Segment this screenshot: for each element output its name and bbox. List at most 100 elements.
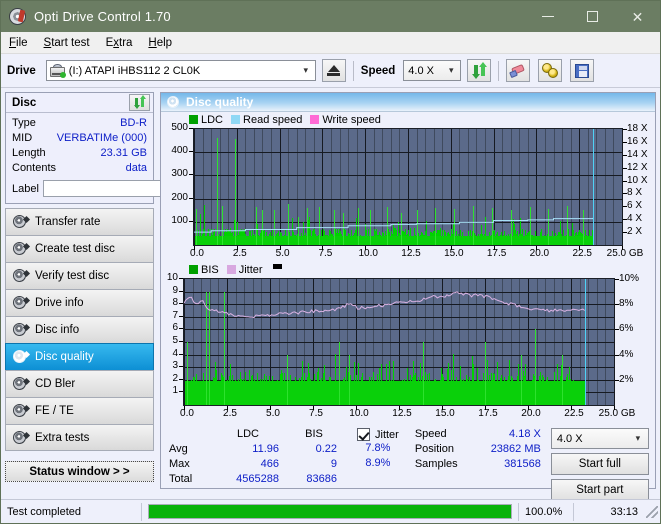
y-axis-tick-label: 2 <box>172 372 178 384</box>
sidebar-item-disc-quality[interactable]: Disc quality <box>5 343 154 370</box>
x-axis-tick-label: 10.0 <box>349 408 369 419</box>
legend-item-bis: BIS <box>189 264 219 276</box>
jitter-checkbox[interactable] <box>357 428 370 441</box>
window-title: Opti Drive Control 1.70 <box>34 9 171 24</box>
sidebar-item-drive-info[interactable]: Drive info <box>5 289 154 316</box>
x-axis-tick-label: 22.5 <box>572 248 592 259</box>
y-axis-tick-label: 300 <box>171 168 188 180</box>
y-axis-tick <box>189 220 193 222</box>
sidebar-item-label: Disc info <box>35 324 80 336</box>
resize-grip-icon[interactable] <box>646 505 658 518</box>
y2-axis-tick-label: 14 X <box>627 148 648 160</box>
x-axis-tick-label: 5.0 <box>275 248 290 259</box>
y2-axis-tick <box>623 180 627 182</box>
disc-test-icon <box>13 269 31 283</box>
y-axis-tick-label: 9 <box>172 284 178 296</box>
sidebar-item-label: Disc quality <box>35 351 94 363</box>
sidebar-item-transfer-rate[interactable]: Transfer rate <box>5 208 154 235</box>
x-axis-tick-label: 7.5 <box>318 248 333 259</box>
x-axis-tick-label: 7.5 <box>309 408 323 419</box>
y2-axis-tick <box>615 304 619 306</box>
avg-ldc-value: 11.96 <box>252 443 279 455</box>
eject-button[interactable] <box>321 59 346 82</box>
disc-test-icon <box>13 404 31 418</box>
refresh-button[interactable] <box>467 59 492 82</box>
refresh-icon <box>471 61 487 79</box>
legend-item-read-speed: Read speed <box>231 114 302 126</box>
status-window-label: Status window > > <box>29 465 130 478</box>
menu-item-extra[interactable]: Extra <box>106 37 133 49</box>
disc-test-icon <box>13 323 31 337</box>
legend-label: Jitter <box>238 263 263 276</box>
row-label-max: Max <box>169 458 190 470</box>
speed-select[interactable]: 4.0 X ▾ <box>403 60 462 81</box>
sidebar: Disc Type BD-R MID VERBATIMe (000) Lengt… <box>1 88 245 489</box>
y-axis-tick-label: 200 <box>171 191 188 203</box>
total-ldc-value: 4565288 <box>236 473 279 485</box>
bis-plot-area[interactable]: 1 2 3 4 5 6 7 8 9 10 2% 4% 6% 8% 10% 0.0 2.5 5.0 7.5 10.0 12… <box>161 272 655 422</box>
max-bis-value: 9 <box>330 458 337 470</box>
x-axis-tick <box>485 406 486 410</box>
ldc-plot-area[interactable]: 100 200 300 400 500 2 X4 X6 X8 X 10 X 12 X 14 X1… <box>161 122 655 262</box>
y2-axis-tick <box>623 167 627 169</box>
chevron-down-icon: ▾ <box>449 65 454 75</box>
y2-axis-tick <box>623 154 627 156</box>
drive-select[interactable]: (I:) ATAPI iHBS112 2 CL0K ▾ <box>45 60 316 81</box>
y2-axis-tick-label: 6% <box>619 323 634 335</box>
disc-row-key: Contents <box>12 162 57 174</box>
sidebar-item-fe-te[interactable]: FE / TE <box>5 397 154 424</box>
menu-item-start-test[interactable]: Start test <box>44 37 90 49</box>
y2-axis-tick <box>623 141 627 143</box>
jitter-toggle[interactable]: Jitter <box>357 428 399 441</box>
page-title: Disc quality <box>186 95 254 109</box>
test-speed-select[interactable]: 4.0 X ▾ <box>550 428 649 449</box>
progress-cell <box>142 504 518 519</box>
x-axis-tick-label: 17.5 <box>486 248 507 259</box>
disc-row-contents: Contents data <box>12 161 147 176</box>
erase-button[interactable] <box>506 59 531 82</box>
y2-axis-tick-label: 16 X <box>627 135 648 147</box>
sidebar-item-label: CD Bler <box>35 378 76 390</box>
y-axis-tick-label: 400 <box>171 145 188 157</box>
y-axis-tick-label: 7 <box>172 309 178 321</box>
disc-refresh-button[interactable] <box>129 94 150 111</box>
bis-jitter-chart: BIS Jitter 1 2 3 4 5 6 7 8 9 10 2% 4% 6% 8% 10% 0.0 2.5 5… <box>161 262 655 422</box>
sidebar-item-label: FE / TE <box>35 405 74 417</box>
disc-row-value: BD-R <box>120 117 147 129</box>
menu-item-help[interactable]: Help <box>148 37 172 49</box>
avg-bis-value: 0.22 <box>315 443 337 455</box>
y-axis-tick <box>189 128 193 129</box>
disc-row-value: VERBATIMe (000) <box>56 132 147 144</box>
legend-label: LDC <box>201 113 224 126</box>
menu-item-file[interactable]: File <box>9 37 28 49</box>
sidebar-item-disc-info[interactable]: Disc info <box>5 316 154 343</box>
start-part-button[interactable]: Start part <box>550 479 649 501</box>
legend-swatch <box>231 115 241 124</box>
save-button[interactable] <box>570 59 595 82</box>
sidebar-item-extra-tests[interactable]: Extra tests <box>5 424 154 451</box>
disc-row-type: Type BD-R <box>12 116 147 131</box>
stats-corner <box>169 428 211 440</box>
minimize-button[interactable] <box>525 1 570 32</box>
start-full-button[interactable]: Start full <box>550 453 649 475</box>
status-message: Test completed <box>7 505 81 518</box>
x-axis-tick-label: 20.0 <box>521 408 541 419</box>
status-window-button[interactable]: Status window > > <box>5 461 154 482</box>
x-axis-tick-label: 25.0 GB <box>606 248 644 259</box>
progress-fill <box>149 505 511 518</box>
legend-label: Read speed <box>243 113 303 126</box>
jitter-max-value: 8.9% <box>365 457 391 469</box>
maximize-button[interactable] <box>570 1 615 32</box>
close-icon[interactable]: ✕ <box>615 1 660 32</box>
sidebar-item-label: Verify test disc <box>35 270 110 282</box>
sidebar-item-cd-bler[interactable]: CD Bler <box>5 370 154 397</box>
refresh-icon <box>133 94 146 109</box>
menu-bar: File Start test Extra Help <box>1 32 660 54</box>
y-axis-tick-label: 8 <box>172 297 178 309</box>
title-bar: Opti Drive Control 1.70 ✕ <box>1 1 660 32</box>
sidebar-item-verify-test-disc[interactable]: Verify test disc <box>5 262 154 289</box>
disc-panel-title: Disc <box>12 96 37 109</box>
disc-panel: Disc Type BD-R MID VERBATIMe (000) Lengt… <box>5 92 245 204</box>
sidebar-item-create-test-disc[interactable]: Create test disc <box>5 235 154 262</box>
tools-button[interactable] <box>538 59 563 82</box>
